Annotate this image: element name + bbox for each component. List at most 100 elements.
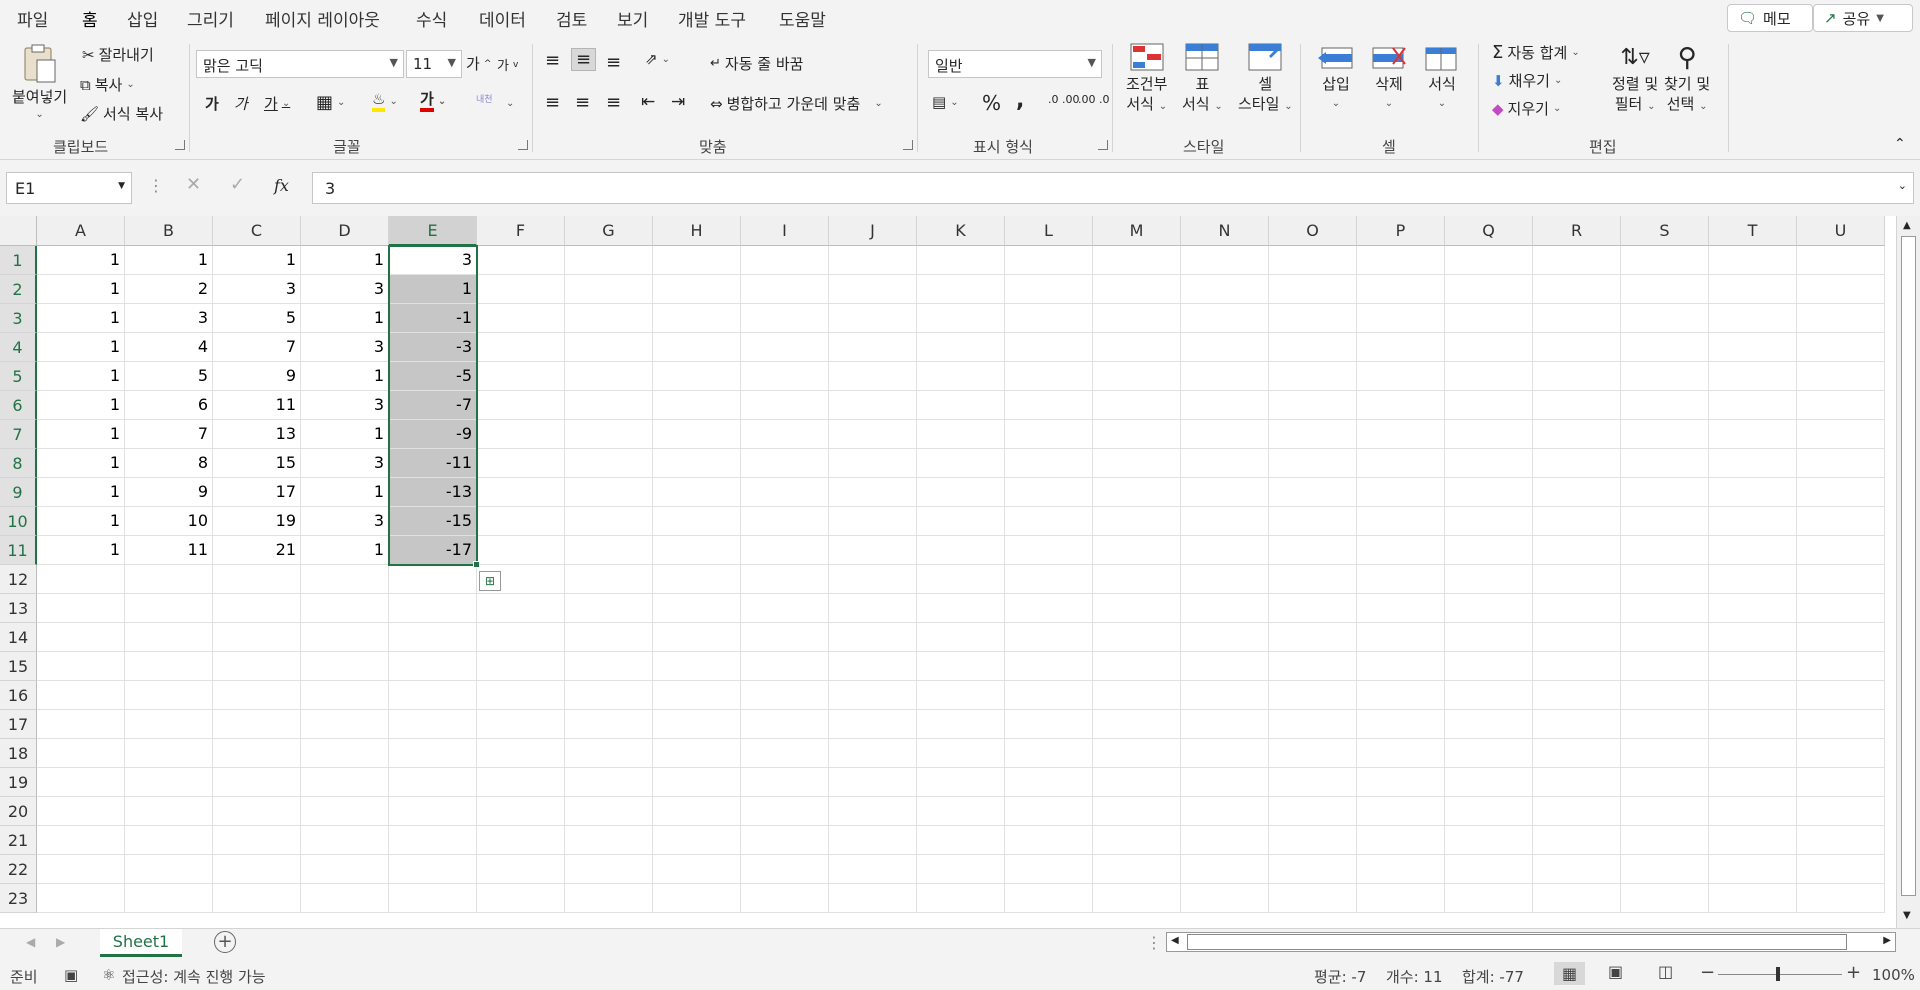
cell-s7[interactable] [1621,420,1709,449]
cell-o9[interactable] [1269,478,1357,507]
cell-b17[interactable] [125,710,213,739]
cell-c1[interactable]: 1 [213,246,301,275]
cell-g10[interactable] [565,507,653,536]
row-header-3[interactable]: 3 [0,304,37,333]
increase-decimal-button[interactable]: .0 .00 [1048,93,1080,106]
decrease-indent-button[interactable]: ⇤ [641,92,655,112]
cell-o6[interactable] [1269,391,1357,420]
cell-t21[interactable] [1709,826,1797,855]
cell-c21[interactable] [213,826,301,855]
cell-g19[interactable] [565,768,653,797]
cell-h14[interactable] [653,623,741,652]
cell-j14[interactable] [829,623,917,652]
column-header-n[interactable]: N [1181,216,1269,246]
cell-q12[interactable] [1445,565,1533,594]
zoom-out-icon[interactable]: − [1700,962,1715,983]
cell-s11[interactable] [1621,536,1709,565]
cell-b16[interactable] [125,681,213,710]
cell-b12[interactable] [125,565,213,594]
cell-n10[interactable] [1181,507,1269,536]
column-header-h[interactable]: H [653,216,741,246]
row-header-21[interactable]: 21 [0,826,37,855]
alignment-launcher-icon[interactable] [903,140,913,150]
memo-button[interactable]: 🗨 메모 [1727,4,1813,32]
cell-l22[interactable] [1005,855,1093,884]
zoom-level[interactable]: 100% [1872,966,1915,984]
cell-f3[interactable] [477,304,565,333]
cell-m20[interactable] [1093,797,1181,826]
cell-u11[interactable] [1797,536,1885,565]
cell-o5[interactable] [1269,362,1357,391]
scroll-up-icon[interactable]: ▲ [1903,220,1911,231]
cell-h13[interactable] [653,594,741,623]
cell-k10[interactable] [917,507,1005,536]
cell-t18[interactable] [1709,739,1797,768]
cell-h19[interactable] [653,768,741,797]
row-header-19[interactable]: 19 [0,768,37,797]
column-header-r[interactable]: R [1533,216,1621,246]
cell-k19[interactable] [917,768,1005,797]
cell-n17[interactable] [1181,710,1269,739]
cell-f23[interactable] [477,884,565,913]
cell-e14[interactable] [389,623,477,652]
cell-n2[interactable] [1181,275,1269,304]
cell-i22[interactable] [741,855,829,884]
cell-i14[interactable] [741,623,829,652]
cell-p22[interactable] [1357,855,1445,884]
cell-p18[interactable] [1357,739,1445,768]
fill-button[interactable]: ⬇ 채우기 ⌄ [1492,70,1562,91]
sort-filter-button[interactable]: ⇅▿ 정렬 및 필터 ⌄ [1612,42,1658,117]
insert-cells-button[interactable]: 삽입 ⌄ [1316,42,1356,114]
column-header-c[interactable]: C [213,216,301,246]
cell-i18[interactable] [741,739,829,768]
cell-a11[interactable]: 1 [37,536,125,565]
cell-p10[interactable] [1357,507,1445,536]
cell-g7[interactable] [565,420,653,449]
cell-h11[interactable] [653,536,741,565]
cell-t17[interactable] [1709,710,1797,739]
cell-n15[interactable] [1181,652,1269,681]
cell-r18[interactable] [1533,739,1621,768]
column-header-e[interactable]: E [389,216,477,246]
cell-r14[interactable] [1533,623,1621,652]
cell-e15[interactable] [389,652,477,681]
cell-q21[interactable] [1445,826,1533,855]
cell-o3[interactable] [1269,304,1357,333]
cell-j1[interactable] [829,246,917,275]
cell-i4[interactable] [741,333,829,362]
cell-c18[interactable] [213,739,301,768]
cell-n7[interactable] [1181,420,1269,449]
column-header-f[interactable]: F [477,216,565,246]
cell-i16[interactable] [741,681,829,710]
cell-g12[interactable] [565,565,653,594]
delete-cells-button[interactable]: 삭제 ⌄ [1369,42,1409,114]
cell-e1[interactable]: 3 [389,246,477,275]
column-header-m[interactable]: M [1093,216,1181,246]
copy-button[interactable]: ⧉ 복사 ⌄ [80,74,135,95]
cell-j6[interactable] [829,391,917,420]
cell-m18[interactable] [1093,739,1181,768]
cell-l10[interactable] [1005,507,1093,536]
cell-d20[interactable] [301,797,389,826]
cell-o7[interactable] [1269,420,1357,449]
fill-handle[interactable] [473,561,480,568]
cell-b20[interactable] [125,797,213,826]
cell-r1[interactable] [1533,246,1621,275]
cell-n21[interactable] [1181,826,1269,855]
cell-e13[interactable] [389,594,477,623]
cell-g6[interactable] [565,391,653,420]
normal-view-icon[interactable]: ▦ [1554,962,1586,985]
cell-u18[interactable] [1797,739,1885,768]
cell-s10[interactable] [1621,507,1709,536]
cell-h10[interactable] [653,507,741,536]
column-header-l[interactable]: L [1005,216,1093,246]
cell-o11[interactable] [1269,536,1357,565]
cell-j11[interactable] [829,536,917,565]
cell-i11[interactable] [741,536,829,565]
cell-t6[interactable] [1709,391,1797,420]
cell-n3[interactable] [1181,304,1269,333]
cell-u16[interactable] [1797,681,1885,710]
cell-k22[interactable] [917,855,1005,884]
cell-p5[interactable] [1357,362,1445,391]
cell-d23[interactable] [301,884,389,913]
